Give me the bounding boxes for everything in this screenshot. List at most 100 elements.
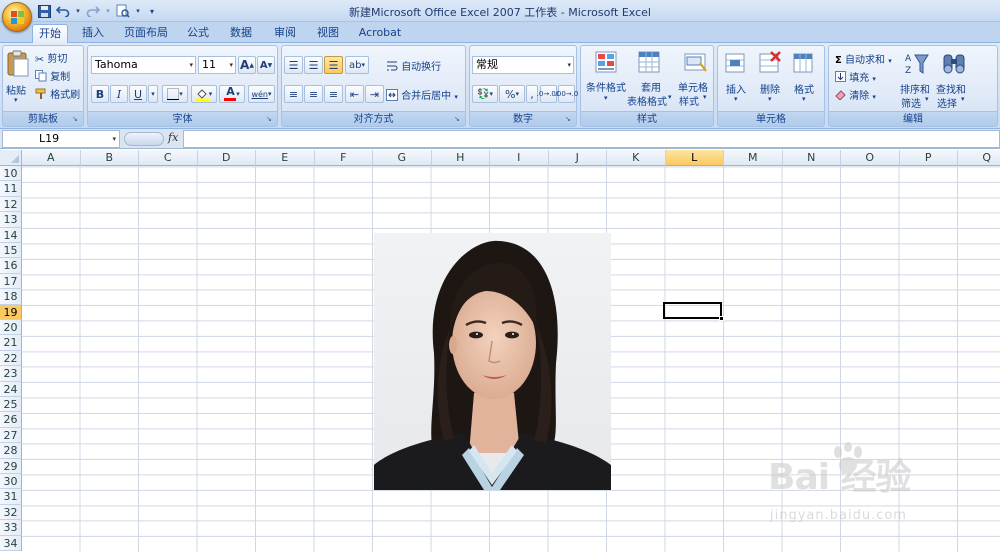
column-header-i[interactable]: I	[490, 150, 549, 166]
active-cell[interactable]	[663, 302, 722, 319]
align-bottom-button[interactable]: ☰	[324, 56, 343, 74]
percent-button[interactable]: % ▾	[499, 85, 525, 103]
row-header-29[interactable]: 29	[0, 458, 22, 474]
decrease-indent-button[interactable]: ⇤	[345, 85, 364, 103]
select-all-corner[interactable]	[0, 150, 22, 166]
row-header-16[interactable]: 16	[0, 258, 22, 274]
tab-review[interactable]: 审阅	[268, 24, 302, 43]
row-header-25[interactable]: 25	[0, 397, 22, 413]
increase-indent-button[interactable]: ⇥	[365, 85, 384, 103]
column-header-m[interactable]: M	[724, 150, 783, 166]
format-as-table-button[interactable]: 套用 表格格式 ▾	[627, 49, 672, 109]
tab-data[interactable]: 数据	[224, 24, 258, 43]
column-header-k[interactable]: K	[607, 150, 666, 166]
currency-button[interactable]: 💱 ▾	[472, 85, 498, 103]
row-header-14[interactable]: 14	[0, 227, 22, 243]
delete-cells-button[interactable]: 删除 ▾	[756, 49, 786, 109]
row-header-33[interactable]: 33	[0, 520, 22, 536]
paste-button[interactable]: 粘贴 ▾	[6, 49, 30, 104]
align-right-button[interactable]: ≡	[324, 85, 343, 103]
column-header-c[interactable]: C	[139, 150, 198, 166]
cut-button[interactable]: ✂ 剪切	[35, 50, 67, 66]
column-header-f[interactable]: F	[314, 150, 373, 166]
column-header-g[interactable]: G	[373, 150, 432, 166]
decrease-decimal-button[interactable]: .00→.0	[555, 85, 578, 103]
orientation-button[interactable]: ab ▾	[345, 56, 369, 74]
copy-button[interactable]: 复制	[35, 68, 70, 85]
row-header-22[interactable]: 22	[0, 350, 22, 367]
row-header-13[interactable]: 13	[0, 212, 22, 228]
column-header-l[interactable]: L	[665, 150, 724, 166]
column-header-b[interactable]: B	[80, 150, 139, 166]
column-header-j[interactable]: J	[548, 150, 607, 166]
row-header-10[interactable]: 10	[0, 166, 22, 182]
cell-styles-button[interactable]: 单元格 样式 ▾	[676, 49, 712, 109]
row-header-15[interactable]: 15	[0, 243, 22, 259]
align-top-button[interactable]: ☰	[284, 56, 303, 74]
tab-acrobat[interactable]: Acrobat	[352, 24, 408, 43]
format-cells-button[interactable]: 格式 ▾	[790, 49, 820, 109]
bold-button[interactable]: B	[91, 85, 109, 103]
insert-function-icon[interactable]: fx	[168, 131, 178, 144]
tab-insert[interactable]: 插入	[76, 24, 110, 43]
column-header-p[interactable]: P	[899, 150, 958, 166]
number-launcher-icon[interactable]: ↘	[565, 115, 574, 124]
column-header-o[interactable]: O	[841, 150, 900, 166]
format-painter-button[interactable]: 格式刷	[35, 86, 80, 103]
find-select-button[interactable]: 查找和 选择 ▾	[935, 49, 973, 110]
row-header-11[interactable]: 11	[0, 181, 22, 197]
row-header-34[interactable]: 34	[0, 535, 22, 551]
align-left-button[interactable]: ≡	[284, 85, 303, 103]
column-header-d[interactable]: D	[197, 150, 256, 166]
underline-button[interactable]: U	[129, 85, 147, 103]
inserted-portrait-photo[interactable]	[374, 233, 611, 490]
fill-button[interactable]: 填充 ▾	[835, 69, 876, 85]
column-header-q[interactable]: Q	[958, 150, 1000, 166]
row-header-12[interactable]: 12	[0, 196, 22, 213]
font-launcher-icon[interactable]: ↘	[266, 115, 275, 124]
formula-input[interactable]	[183, 130, 1000, 148]
row-header-28[interactable]: 28	[0, 443, 22, 459]
office-button[interactable]	[2, 2, 32, 32]
align-center-button[interactable]: ≡	[304, 85, 323, 103]
row-header-23[interactable]: 23	[0, 366, 22, 382]
align-middle-button[interactable]: ☰	[304, 56, 323, 74]
number-format-combo[interactable]: 常规 ▾	[472, 56, 574, 74]
row-header-24[interactable]: 24	[0, 381, 22, 397]
font-name-combo[interactable]: Tahoma ▾	[91, 56, 196, 74]
column-header-e[interactable]: E	[256, 150, 315, 166]
underline-dropdown-icon[interactable]: ▾	[148, 85, 158, 103]
clipboard-launcher-icon[interactable]: ↘	[72, 115, 81, 124]
row-header-20[interactable]: 20	[0, 320, 22, 336]
sort-filter-button[interactable]: A Z 排序和 筛选 ▾	[899, 49, 935, 110]
shrink-font-button[interactable]: A ▼	[257, 56, 275, 74]
font-size-combo[interactable]: 11 ▾	[198, 56, 236, 74]
tab-formulas[interactable]: 公式	[181, 24, 215, 43]
row-header-26[interactable]: 26	[0, 412, 22, 428]
column-header-a[interactable]: A	[22, 150, 81, 166]
formula-bar-resize-handle[interactable]	[124, 132, 164, 146]
row-header-21[interactable]: 21	[0, 335, 22, 351]
column-header-n[interactable]: N	[782, 150, 841, 166]
grow-font-button[interactable]: A ▲	[238, 56, 256, 74]
tab-page-layout[interactable]: 页面布局	[122, 24, 170, 43]
row-header-30[interactable]: 30	[0, 474, 22, 490]
border-button[interactable]: ▾	[162, 85, 188, 103]
fill-color-button[interactable]: ▾	[191, 85, 217, 103]
name-box[interactable]: L19 ▾	[2, 130, 120, 148]
insert-cells-button[interactable]: 插入 ▾	[722, 49, 752, 109]
row-header-32[interactable]: 32	[0, 504, 22, 521]
italic-button[interactable]: I	[110, 85, 128, 103]
row-header-19[interactable]: 19	[0, 304, 22, 320]
wrap-text-button[interactable]: 自动换行	[386, 58, 441, 75]
phonetic-button[interactable]: wén ▾	[248, 85, 275, 103]
clear-button[interactable]: 清除 ▾	[835, 87, 876, 103]
merge-center-button[interactable]: 合并后居中 ▾	[386, 87, 458, 104]
tab-view[interactable]: 视图	[311, 24, 345, 43]
row-header-27[interactable]: 27	[0, 427, 22, 444]
autosum-button[interactable]: Σ 自动求和 ▾	[835, 51, 892, 66]
font-color-button[interactable]: A ▾	[219, 85, 245, 103]
conditional-format-button[interactable]: 条件格式 ▾	[584, 49, 628, 109]
row-header-17[interactable]: 17	[0, 273, 22, 290]
column-header-h[interactable]: H	[431, 150, 490, 166]
